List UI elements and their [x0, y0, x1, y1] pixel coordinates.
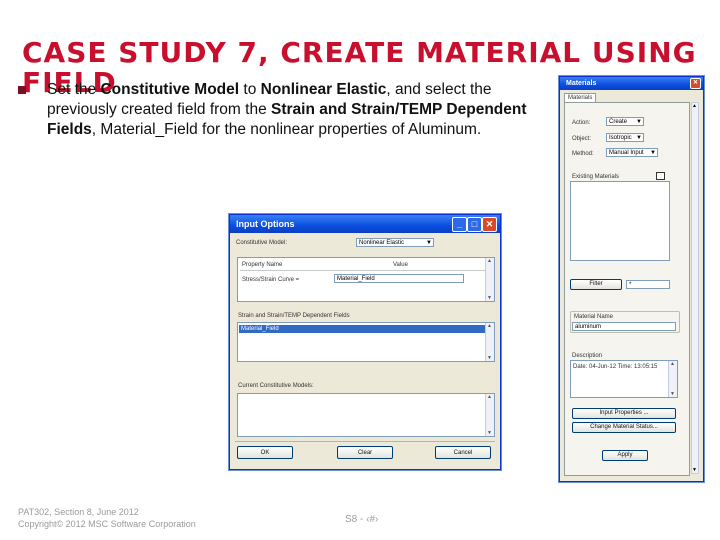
- ok-button[interactable]: OK: [237, 446, 293, 459]
- select-value: Create: [609, 119, 628, 125]
- apply-button[interactable]: Apply: [602, 450, 648, 461]
- button-divider: [235, 441, 495, 442]
- change-status-button[interactable]: Change Material Status...: [572, 422, 676, 433]
- scrollbar[interactable]: [668, 361, 677, 397]
- dialog-title: Input Options: [236, 219, 295, 229]
- minimize-icon[interactable]: _: [452, 217, 467, 232]
- slide-number: S8 - ‹#›: [345, 514, 379, 525]
- object-select[interactable]: Isotropic ▼: [606, 133, 644, 142]
- current-models-list: [237, 393, 495, 437]
- close-icon[interactable]: ✕: [690, 78, 701, 89]
- scroll-up-icon[interactable]: ▲: [692, 103, 697, 109]
- fields-list-item[interactable]: Material_Field: [239, 325, 487, 333]
- input-properties-button[interactable]: Input Properties ...: [572, 408, 676, 419]
- text-part: to: [239, 81, 261, 98]
- materials-panel: Materials ✕ Materials Action: Create ▼ Ob…: [559, 76, 704, 482]
- col-property-name: Property Name: [242, 262, 283, 268]
- text-part: , Material_Field for the nonlinear prope…: [91, 121, 482, 138]
- close-icon[interactable]: ✕: [482, 217, 497, 232]
- method-select[interactable]: Manual Input ▼: [606, 148, 658, 157]
- panel-titlebar: Materials ✕: [560, 77, 703, 90]
- chevron-down-icon: ▼: [426, 240, 432, 246]
- chevron-down-icon: ▼: [636, 135, 642, 141]
- existing-materials-label: Existing Materials: [572, 174, 620, 180]
- select-value: Isotropic: [609, 135, 632, 141]
- constitutive-model-label: Constitutive Model:: [236, 240, 288, 246]
- description-box[interactable]: Date: 04-Jun-12 Time: 13:05:15: [570, 360, 678, 398]
- filter-input[interactable]: *: [626, 280, 670, 289]
- fields-list: Material_Field: [237, 322, 495, 362]
- select-value: Manual Input: [609, 150, 644, 156]
- row-property-name: Stress/Strain Curve =: [242, 277, 300, 283]
- action-select[interactable]: Create ▼: [606, 117, 644, 126]
- bullet-text: Set the Constitutive Model to Nonlinear …: [47, 80, 547, 140]
- filter-button[interactable]: Filter: [570, 279, 622, 290]
- scrollbar[interactable]: [485, 323, 494, 361]
- cancel-button[interactable]: Cancel: [435, 446, 491, 459]
- action-label: Action:: [572, 120, 591, 126]
- scrollbar[interactable]: [485, 394, 494, 436]
- select-value: Nonlinear Elastic: [359, 240, 405, 246]
- row-value-field[interactable]: Material_Field: [334, 274, 464, 283]
- dialog-titlebar: Input Options _ □ ✕: [230, 215, 500, 233]
- description-text: Date: 04-Jun-12 Time: 13:05:15: [573, 364, 658, 370]
- footer-copyright: Copyright© 2012 MSC Software Corporation: [18, 519, 196, 529]
- material-name-label: Material Name: [574, 314, 614, 320]
- bold-term: Constitutive Model: [100, 81, 240, 98]
- panel-title: Materials: [566, 80, 597, 87]
- scrollbar[interactable]: [485, 258, 494, 301]
- chevron-down-icon: ▼: [636, 119, 642, 125]
- bullet-marker: [18, 86, 26, 94]
- scroll-down-icon[interactable]: ▼: [692, 467, 697, 473]
- input-options-dialog: Input Options _ □ ✕ Constitutive Model: …: [229, 214, 501, 470]
- text-part: Set the: [47, 81, 101, 98]
- chevron-down-icon: ▼: [650, 150, 656, 156]
- panel-scrollbar[interactable]: ▲ ▼: [691, 102, 699, 474]
- material-name-input[interactable]: aluminum: [572, 322, 676, 331]
- object-label: Object:: [572, 136, 592, 142]
- description-label: Description: [572, 353, 603, 359]
- clear-button[interactable]: Clear: [337, 446, 393, 459]
- current-models-label: Current Constitutive Models:: [238, 383, 314, 389]
- fields-label: Strain and Strain/TEMP Dependent Fields: [238, 313, 350, 319]
- list-options-icon[interactable]: [656, 172, 665, 180]
- constitutive-model-select[interactable]: Nonlinear Elastic ▼: [356, 238, 434, 247]
- method-label: Method:: [572, 151, 594, 157]
- bold-term: Nonlinear Elastic: [260, 81, 387, 98]
- footer-course: PAT302, Section 8, June 2012: [18, 507, 139, 517]
- col-value: Value: [393, 262, 408, 268]
- footer: PAT302, Section 8, June 2012 Copyright© …: [18, 506, 196, 530]
- maximize-icon[interactable]: □: [467, 217, 482, 232]
- existing-materials-list: [570, 181, 670, 261]
- header-divider: [240, 270, 486, 271]
- property-table: Property Name Value Stress/Strain Curve …: [237, 257, 495, 302]
